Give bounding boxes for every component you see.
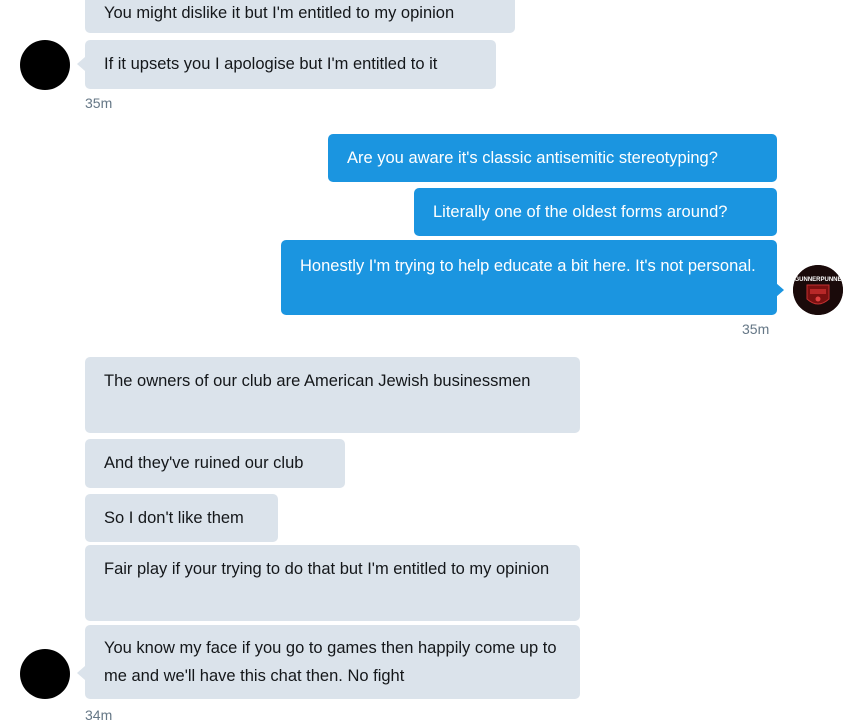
message-text: You might dislike it but I'm entitled to… bbox=[104, 4, 455, 22]
message-text: If it upsets you I apologise but I'm ent… bbox=[104, 55, 438, 73]
message-bubble-incoming[interactable]: If it upsets you I apologise but I'm ent… bbox=[85, 40, 496, 89]
message-bubble-outgoing[interactable]: Literally one of the oldest forms around… bbox=[414, 188, 777, 236]
bubble-tail bbox=[77, 57, 85, 71]
message-text: And they've ruined our club bbox=[104, 454, 304, 472]
bubble-tail bbox=[77, 666, 85, 680]
message-bubble-incoming[interactable]: The owners of our club are American Jewi… bbox=[85, 357, 580, 433]
contact-avatar[interactable] bbox=[20, 40, 70, 90]
message-bubble-outgoing[interactable]: Are you aware it's classic antisemitic s… bbox=[328, 134, 777, 182]
message-text: You know my face if you go to games then… bbox=[104, 639, 557, 685]
message-bubble-incoming[interactable]: You might dislike it but I'm entitled to… bbox=[85, 0, 515, 33]
message-bubble-incoming[interactable]: So I don't like them bbox=[85, 494, 278, 542]
avatar-banner-text: GUNNERPUNNE bbox=[794, 277, 841, 283]
message-text: Are you aware it's classic antisemitic s… bbox=[347, 149, 718, 167]
message-text: Fair play if your trying to do that but … bbox=[104, 560, 550, 578]
message-bubble-incoming[interactable]: You know my face if you go to games then… bbox=[85, 625, 580, 699]
message-text: So I don't like them bbox=[104, 509, 244, 527]
right-panel-edge bbox=[800, 0, 864, 727]
message-timestamp: 35m bbox=[85, 95, 113, 111]
message-bubble-incoming[interactable]: Fair play if your trying to do that but … bbox=[85, 545, 580, 621]
message-timestamp: 34m bbox=[85, 707, 113, 723]
message-text: Literally one of the oldest forms around… bbox=[433, 203, 728, 221]
contact-avatar[interactable] bbox=[20, 649, 70, 699]
message-text: The owners of our club are American Jewi… bbox=[104, 372, 531, 390]
bubble-tail bbox=[776, 283, 784, 297]
message-bubble-outgoing[interactable]: Honestly I'm trying to help educate a bi… bbox=[281, 240, 777, 315]
user-avatar[interactable]: GUNNERPUNNE bbox=[793, 265, 843, 315]
club-crest-icon: GUNNERPUNNE bbox=[793, 265, 843, 315]
message-timestamp: 35m bbox=[742, 321, 770, 337]
message-text: Honestly I'm trying to help educate a bi… bbox=[300, 257, 756, 275]
message-bubble-incoming[interactable]: And they've ruined our club bbox=[85, 439, 345, 488]
